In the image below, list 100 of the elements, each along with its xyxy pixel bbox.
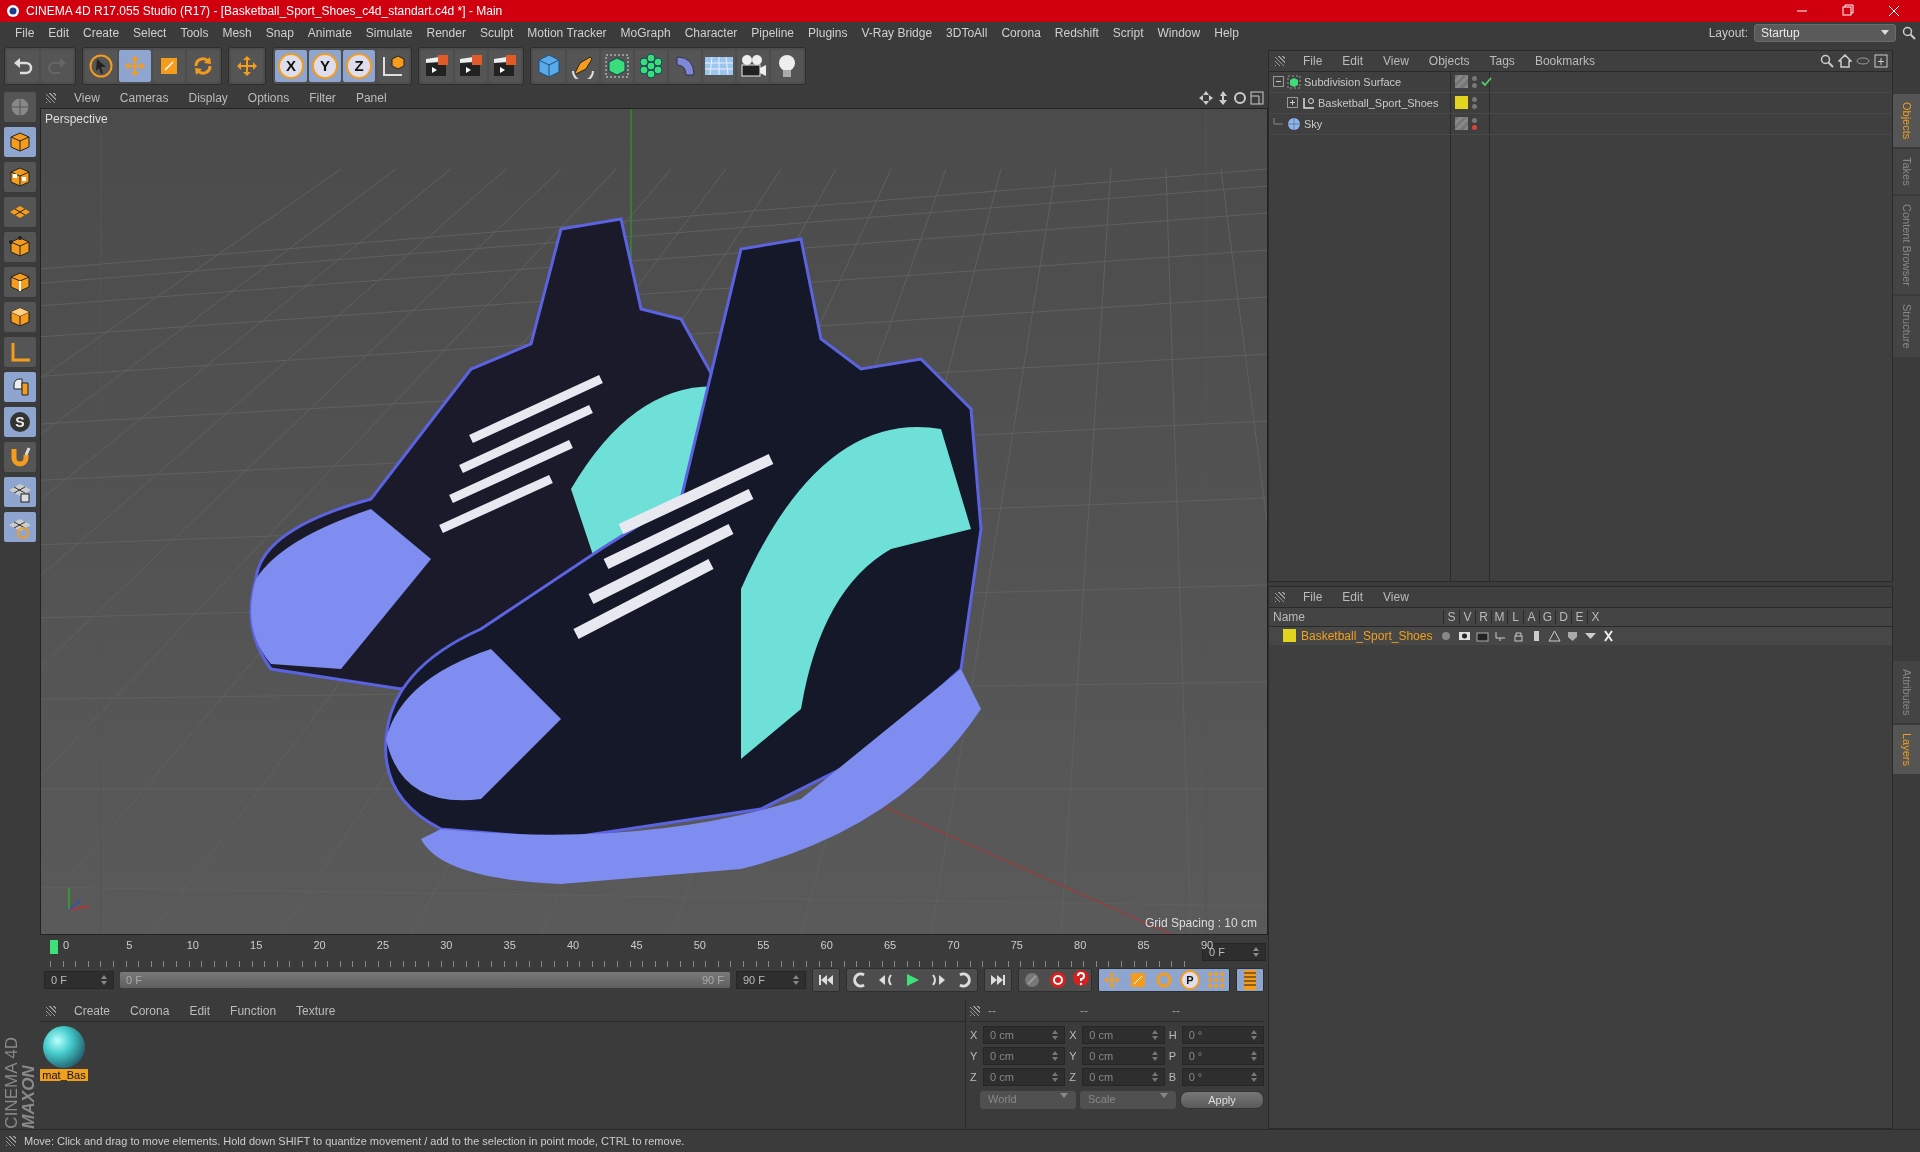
visibility-dots[interactable] — [1472, 117, 1477, 130]
menu-item[interactable]: Character — [677, 23, 745, 42]
eye-icon[interactable] — [1457, 629, 1472, 642]
spinner-icon[interactable] — [1052, 1071, 1059, 1082]
maximize-icon[interactable] — [1250, 90, 1264, 105]
object-name[interactable]: Subdivision Surface — [1304, 75, 1402, 88]
layer-color-swatch[interactable] — [1283, 629, 1296, 643]
menu-item[interactable]: Render — [419, 23, 473, 42]
pyramid-icon[interactable] — [1547, 629, 1562, 642]
menu-item[interactable]: Tools — [173, 23, 216, 42]
panel-grip[interactable] — [46, 92, 56, 103]
menu-item[interactable]: Create — [76, 23, 127, 42]
menu-item[interactable]: File — [1293, 53, 1333, 68]
search-icon[interactable] — [1902, 25, 1916, 40]
menu-item[interactable]: Edit — [1332, 589, 1374, 604]
column-header[interactable]: R — [1475, 609, 1491, 624]
menu-item[interactable]: Edit — [179, 1003, 221, 1018]
coordinate-field[interactable]: 0 cm — [983, 1025, 1066, 1044]
menu-item[interactable]: Sculpt — [472, 23, 521, 42]
menu-item[interactable]: Create — [64, 1003, 121, 1018]
search-icon[interactable] — [1820, 53, 1834, 68]
menu-item[interactable]: File — [1293, 589, 1333, 604]
coordinate-field[interactable]: 0 ° — [1181, 1046, 1264, 1065]
menu-item[interactable]: Window — [1150, 23, 1208, 42]
coordinate-field[interactable]: 0 cm — [1082, 1046, 1165, 1065]
menu-item[interactable]: Select — [126, 23, 174, 42]
end-frame-field[interactable]: 90 F — [736, 970, 806, 989]
spinner-icon[interactable] — [1251, 1071, 1257, 1082]
apply-button[interactable]: Apply — [1180, 1090, 1264, 1109]
check-icon[interactable] — [1481, 76, 1492, 87]
menu-item[interactable]: Pipeline — [744, 23, 802, 42]
playhead[interactable] — [50, 939, 58, 954]
visibility-dots[interactable] — [1472, 75, 1477, 88]
menu-item[interactable]: V-Ray Bridge — [854, 23, 940, 42]
collapse-icon[interactable] — [1273, 76, 1284, 88]
menu-item[interactable]: Objects — [1418, 53, 1480, 68]
pan-icon[interactable] — [1199, 90, 1213, 105]
menu-item[interactable]: Edit — [41, 23, 77, 42]
clapperboard-icon[interactable] — [492, 52, 518, 79]
menu-item[interactable]: Function — [220, 1003, 287, 1018]
keyframe-parameter-button[interactable]: P — [1177, 968, 1203, 991]
menu-item[interactable]: Motion Tracker — [520, 23, 614, 42]
menu-item[interactable]: Animate — [300, 23, 359, 42]
light-bulb-icon[interactable] — [776, 52, 798, 79]
coordinate-field[interactable]: 0 ° — [1181, 1025, 1264, 1044]
column-header[interactable]: X — [1587, 609, 1603, 624]
panel-grip[interactable] — [1275, 55, 1285, 66]
coordinate-field[interactable]: 0 cm — [1082, 1025, 1165, 1044]
menu-item[interactable]: Display — [178, 90, 238, 105]
spinner-icon[interactable] — [1253, 946, 1259, 957]
panel-grip[interactable] — [46, 1005, 56, 1016]
coordinate-field[interactable]: 0 ° — [1181, 1067, 1264, 1086]
axis-lock-button[interactable]: Y — [309, 49, 341, 82]
panel-grip[interactable] — [6, 1136, 16, 1146]
cube-points-icon[interactable] — [8, 234, 32, 259]
sphere-cluster-icon[interactable] — [638, 52, 664, 79]
column-header[interactable]: S — [1443, 609, 1459, 624]
start-frame-field[interactable]: 0 F — [44, 970, 114, 989]
camera-icon[interactable] — [739, 52, 767, 79]
menu-item[interactable]: Corona — [120, 1003, 180, 1018]
object-name[interactable]: Sky — [1304, 117, 1323, 130]
menu-item[interactable]: Filter — [299, 90, 346, 105]
move-icon[interactable] — [235, 53, 259, 78]
expression-icon[interactable] — [1601, 629, 1616, 642]
cube-cage-icon[interactable] — [604, 52, 630, 79]
spinner-icon[interactable] — [1052, 1050, 1059, 1061]
coordinate-field[interactable]: 0 cm — [983, 1067, 1066, 1086]
layout-dropdown[interactable]: Startup — [1754, 23, 1896, 42]
axis-lock-button[interactable]: Z — [343, 49, 375, 82]
menu-item[interactable]: View — [64, 90, 110, 105]
menu-item[interactable]: View — [1373, 53, 1419, 68]
layer-name[interactable]: Basketball_Sport_Shoes — [1301, 628, 1433, 643]
material-name[interactable]: mat_Bas — [40, 1068, 88, 1081]
column-header[interactable]: M — [1491, 609, 1507, 624]
expand-icon[interactable] — [1287, 97, 1298, 109]
side-tab[interactable]: Layers — [1893, 725, 1920, 775]
menu-item[interactable]: Cameras — [109, 90, 179, 105]
dot-grid-icon[interactable] — [1206, 970, 1226, 989]
menu-item[interactable]: Corona — [994, 23, 1048, 42]
menu-item[interactable]: Help — [1207, 23, 1246, 42]
menu-item[interactable]: Tags — [1479, 53, 1525, 68]
spinner-icon[interactable] — [793, 974, 799, 985]
home-icon[interactable] — [1838, 53, 1852, 68]
menu-item[interactable]: Bookmarks — [1524, 53, 1605, 68]
new-panel-icon[interactable] — [1874, 53, 1888, 68]
menu-item[interactable]: Simulate — [358, 23, 420, 42]
visibility-dots[interactable] — [1472, 96, 1477, 109]
spinner-icon[interactable] — [1151, 1071, 1158, 1082]
column-header[interactable]: V — [1459, 609, 1475, 624]
cube-icon[interactable] — [536, 52, 562, 79]
spinner-icon[interactable] — [1251, 1029, 1257, 1040]
menu-item[interactable]: 3DToAll — [939, 23, 995, 42]
column-header[interactable]: G — [1539, 609, 1555, 624]
lock-icon[interactable] — [1511, 629, 1526, 642]
dolly-icon[interactable] — [1216, 90, 1230, 105]
axis-lock-button[interactable]: X — [275, 49, 307, 82]
menu-item[interactable]: Edit — [1332, 53, 1374, 68]
spinner-icon[interactable] — [1251, 1050, 1257, 1061]
menu-item[interactable]: Mesh — [215, 23, 259, 42]
column-header[interactable]: D — [1555, 609, 1571, 624]
